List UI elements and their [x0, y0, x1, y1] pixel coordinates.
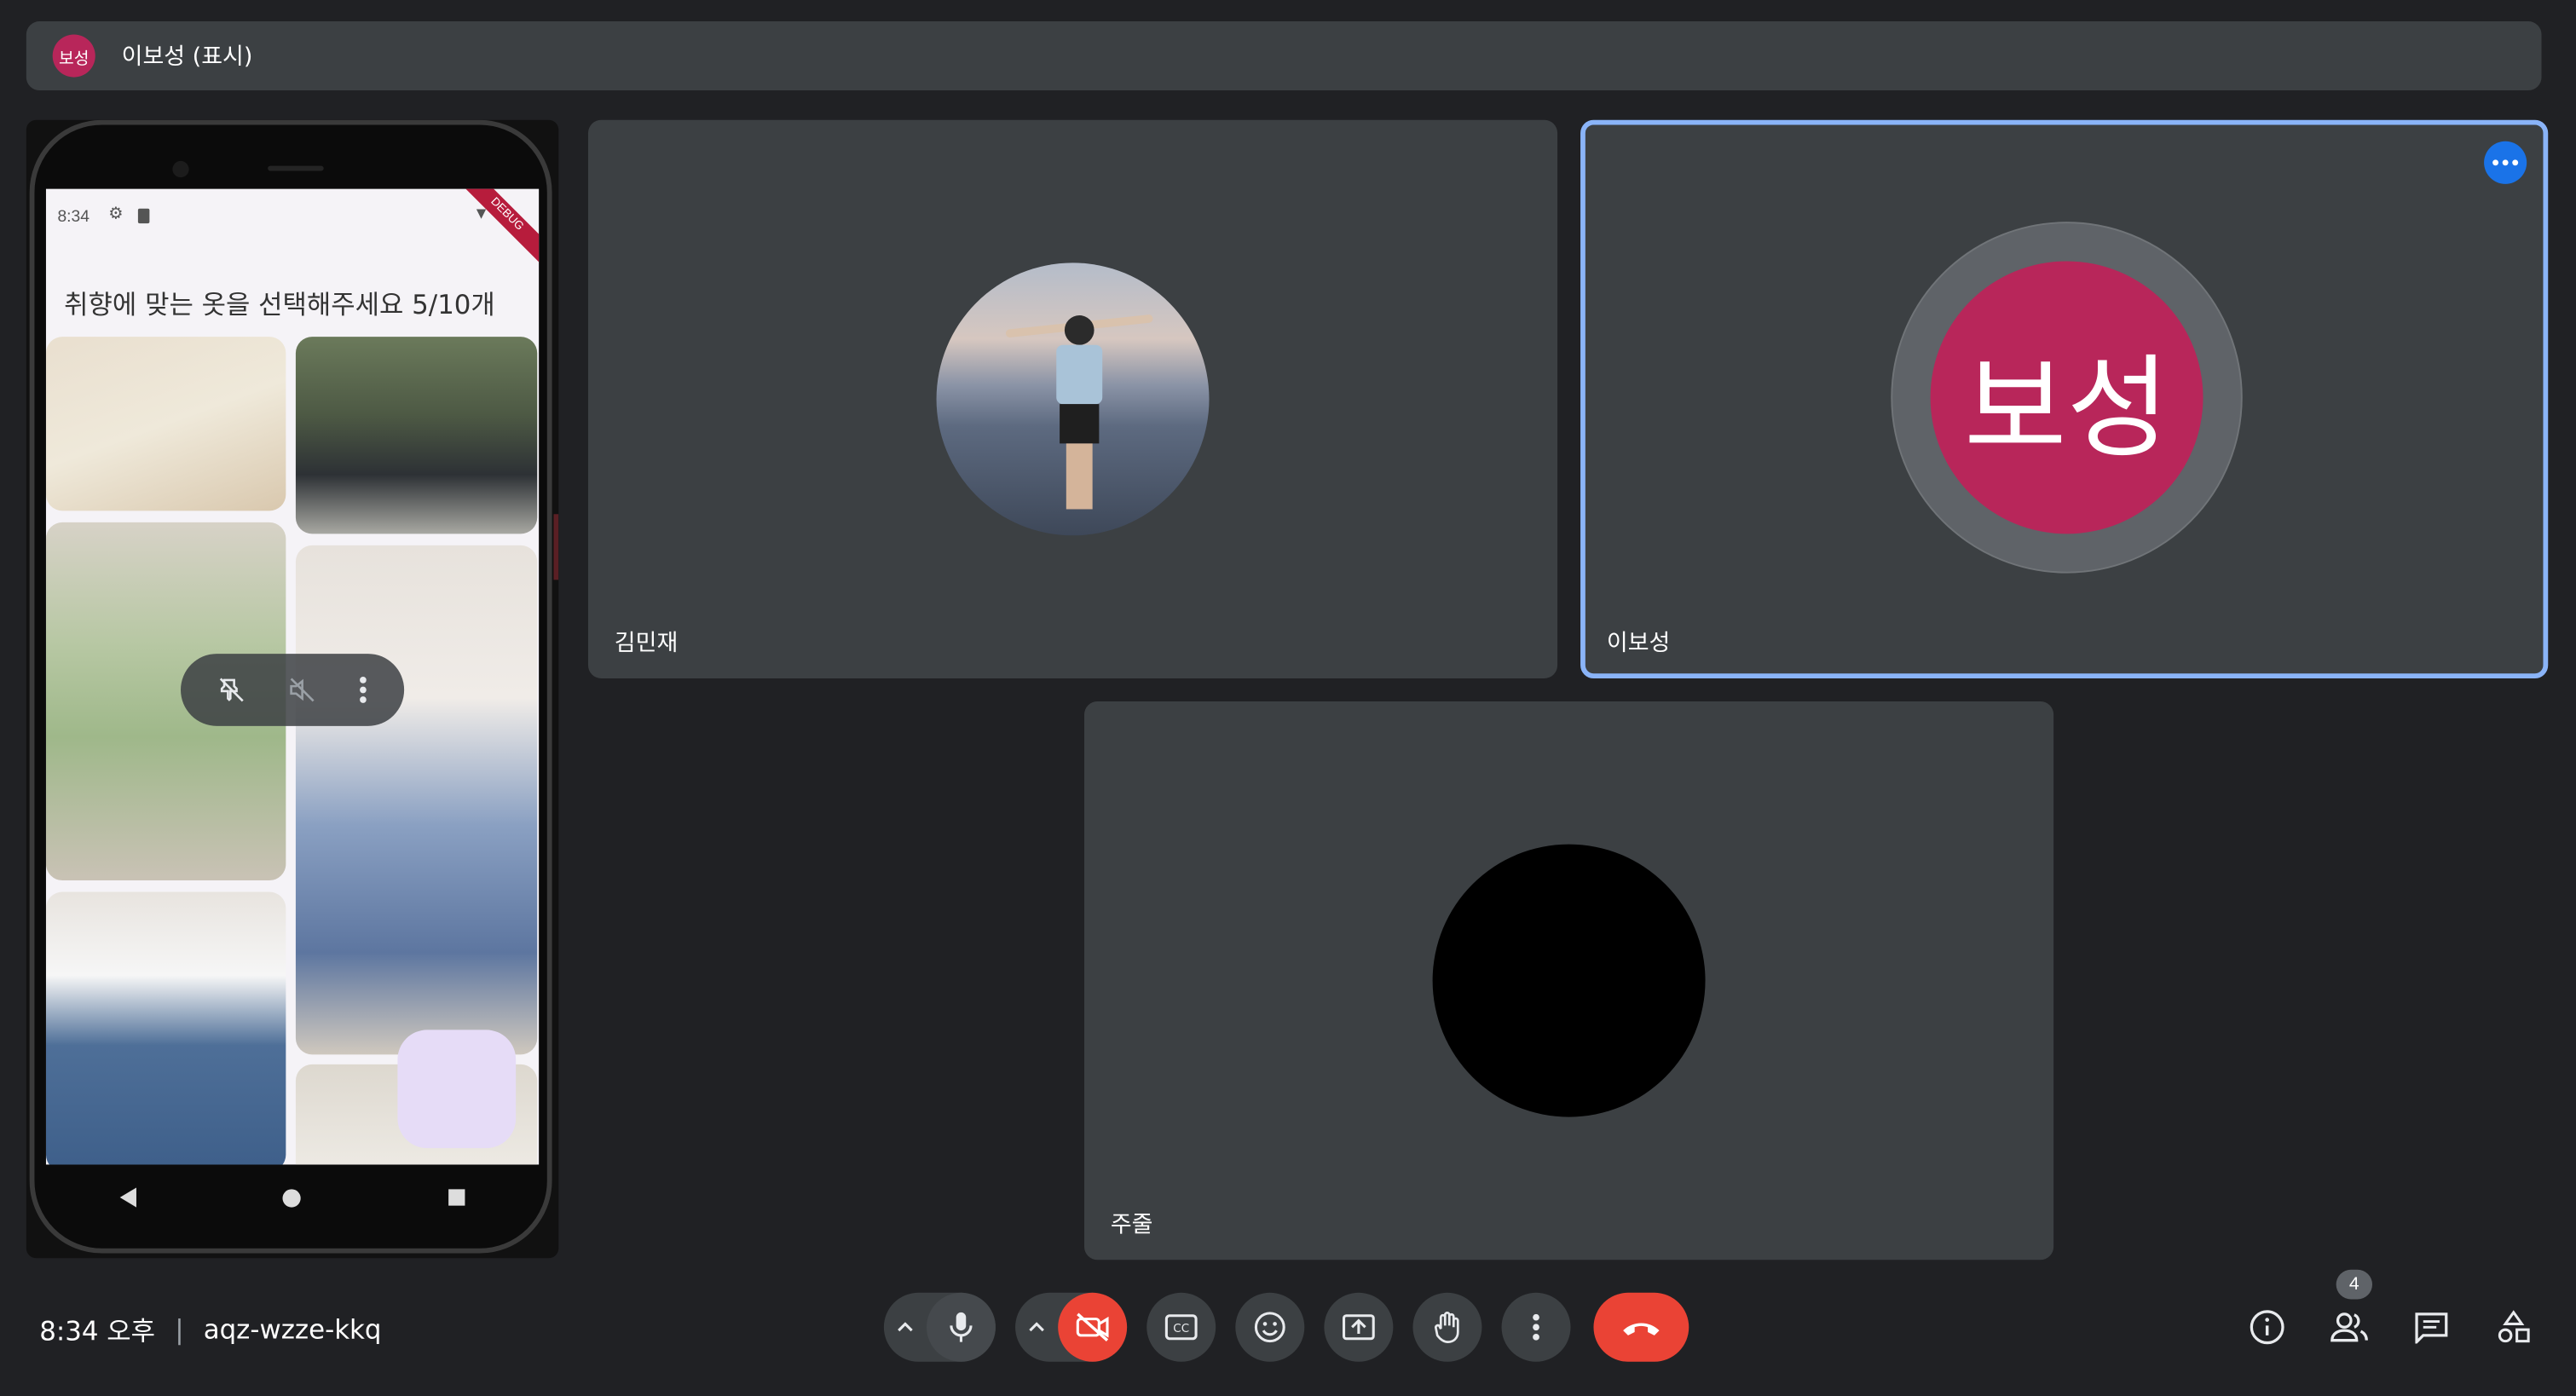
clothing-photo[interactable]	[45, 337, 286, 511]
clothing-photo[interactable]	[45, 891, 286, 1165]
end-call-button[interactable]	[1593, 1292, 1689, 1362]
participant-photo	[936, 262, 1210, 536]
present-icon	[1342, 1314, 1375, 1341]
camera-button[interactable]	[1058, 1292, 1128, 1362]
speaking-ring: 보성	[1891, 222, 2243, 574]
mute-tile-icon[interactable]	[287, 675, 317, 705]
presentation-tile[interactable]: 8:34 ⚙ ▼ DEBUG 취향에 맞는 옷을 선택해주세요 5/10개	[26, 119, 559, 1259]
more-options-button[interactable]	[1501, 1292, 1571, 1362]
back-icon[interactable]	[119, 1187, 136, 1208]
meeting-time: 8:34 오후	[39, 1315, 156, 1347]
tile-overlay-controls	[181, 654, 405, 726]
activities-button[interactable]	[2484, 1298, 2543, 1357]
floating-action-button[interactable]	[397, 1030, 517, 1149]
side-panel-buttons: 4	[2238, 1269, 2566, 1357]
presenter-name: 이보성 (표시)	[121, 44, 253, 71]
raise-hand-icon	[1435, 1311, 1459, 1343]
participant-name: 주줄	[1110, 1212, 1153, 1239]
participant-tile[interactable]: 김민재	[587, 119, 1558, 678]
chat-button[interactable]	[2402, 1298, 2461, 1357]
phone-speaker	[268, 165, 324, 171]
participant-name: 이보성	[1606, 631, 1671, 657]
raise-hand-button[interactable]	[1412, 1292, 1482, 1362]
emoji-icon	[1254, 1312, 1285, 1343]
status-time: 8:34	[57, 208, 90, 227]
present-button[interactable]	[1324, 1292, 1394, 1362]
meet-window: 보성 이보성 (표시) 8:34 ⚙ ▼ DEBUG 취향에 맞는 옷을 선택해…	[0, 0, 2576, 1396]
participant-tile-active[interactable]: 보성 이보성	[1580, 119, 2549, 678]
meeting-separator: |	[175, 1312, 184, 1345]
screen-title: 취향에 맞는 옷을 선택해주세요 5/10개	[64, 289, 495, 320]
call-controls: CC	[883, 1292, 1689, 1362]
home-icon[interactable]	[283, 1188, 302, 1207]
debug-banner: DEBUG	[454, 188, 540, 267]
mic-options-chevron-icon[interactable]	[884, 1293, 927, 1362]
mic-button[interactable]	[926, 1292, 996, 1362]
emoji-button[interactable]	[1235, 1292, 1305, 1362]
phone-side-button	[553, 514, 559, 580]
phone-camera	[172, 160, 189, 178]
presenter-bar[interactable]: 보성 이보성 (표시)	[26, 21, 2542, 91]
unpin-icon[interactable]	[217, 675, 247, 705]
people-count-badge: 4	[2336, 1269, 2373, 1300]
clothing-photo[interactable]	[295, 337, 538, 534]
camera-options-chevron-icon[interactable]	[1015, 1293, 1058, 1362]
captions-icon: CC	[1164, 1314, 1198, 1341]
mic-icon	[950, 1312, 973, 1342]
more-options-dots-icon[interactable]	[2484, 141, 2527, 184]
sd-card-icon	[137, 208, 150, 224]
clothing-photo[interactable]	[295, 545, 538, 1055]
video-off-icon	[1076, 1312, 1109, 1341]
participant-avatar: 보성	[1930, 261, 2203, 534]
settings-status-icon: ⚙	[108, 205, 124, 224]
android-nav-bar	[46, 1164, 539, 1230]
more-vert-icon[interactable]	[357, 675, 367, 705]
end-call-icon	[1623, 1323, 1660, 1335]
meeting-code[interactable]: aqz-wzze-kkq	[204, 1313, 382, 1345]
captions-button[interactable]: CC	[1146, 1292, 1216, 1362]
meeting-details-button[interactable]	[2238, 1298, 2296, 1357]
activities-icon	[2498, 1310, 2530, 1343]
camera-control-group	[1015, 1292, 1128, 1362]
presenter-avatar: 보성	[52, 34, 95, 78]
more-options-icon	[1533, 1313, 1539, 1341]
chat-icon	[2415, 1312, 2448, 1344]
participant-tile[interactable]: 주줄	[1084, 701, 2054, 1260]
mic-control-group	[883, 1292, 996, 1362]
recents-icon[interactable]	[448, 1189, 465, 1206]
participant-name: 김민재	[614, 631, 679, 657]
participant-avatar	[1432, 844, 1706, 1117]
people-icon	[2331, 1312, 2368, 1342]
people-button[interactable]: 4	[2319, 1269, 2378, 1357]
meeting-info: 8:34 오후 | aqz-wzze-kkq	[39, 1309, 381, 1348]
svg-text:CC: CC	[1173, 1322, 1189, 1335]
info-icon	[2250, 1310, 2284, 1345]
